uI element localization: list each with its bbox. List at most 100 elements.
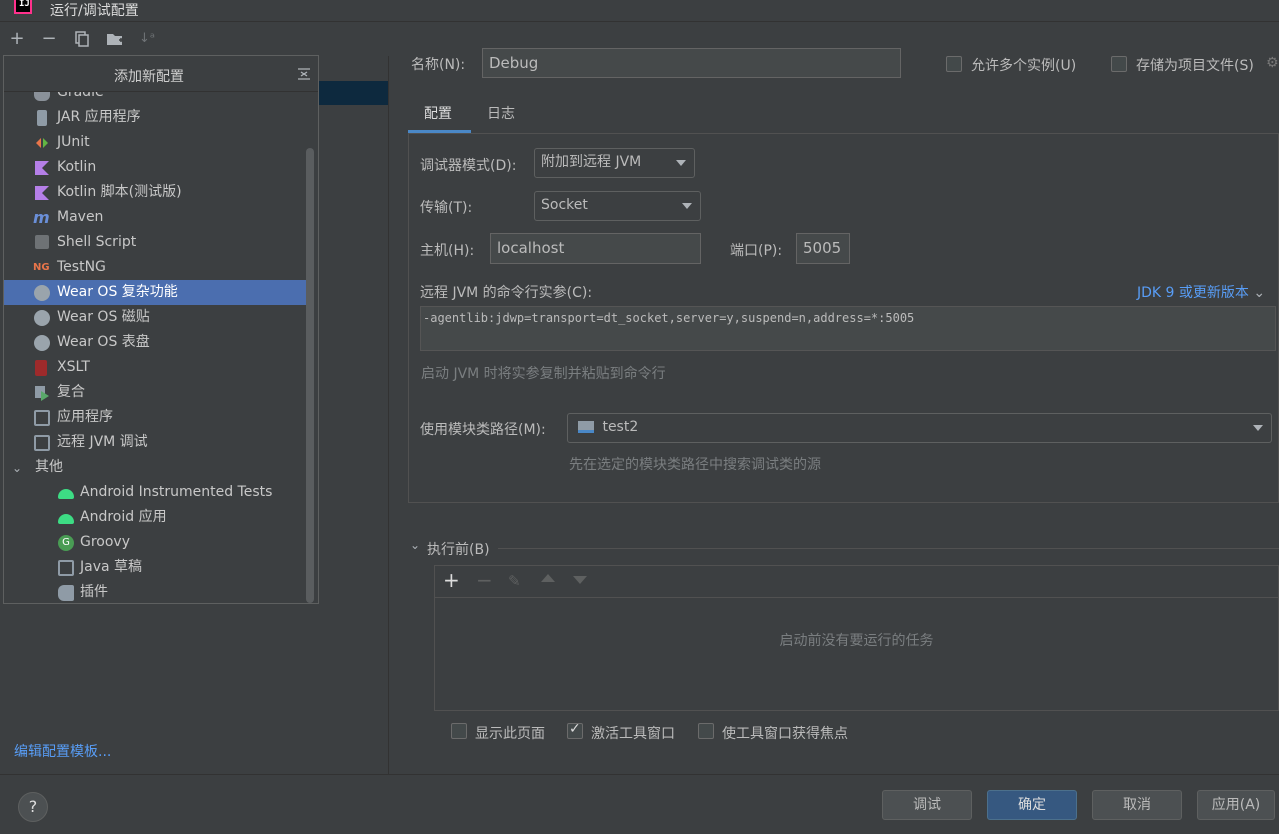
list-item-kotlin[interactable]: Kotlin [4, 155, 308, 180]
wear-watchface-icon [34, 335, 50, 351]
list-item-application[interactable]: 应用程序 [4, 405, 308, 430]
focus-window-label: 使工具窗口获得焦点 [722, 726, 848, 742]
gradle-icon [34, 92, 50, 101]
port-field[interactable]: 5005 [796, 233, 850, 264]
xslt-icon [35, 360, 47, 376]
config-type-list: Gradle JAR 应用程序 JUnit Kotlin Kotlin 脚本(测… [4, 92, 308, 604]
module-value: test2 [602, 419, 639, 435]
transport-value: Socket [541, 197, 588, 213]
add-task-icon[interactable]: + [443, 568, 460, 592]
debug-button[interactable]: 调试 [882, 790, 972, 820]
sort-icon: ↓ᵃ [139, 31, 155, 46]
focus-window-checkbox[interactable] [698, 723, 714, 739]
list-item-kotlin-script[interactable]: Kotlin 脚本(测试版) [4, 180, 308, 205]
before-launch-label[interactable]: 执行前(B) [427, 539, 490, 559]
tab-logs[interactable]: 日志 [487, 103, 515, 123]
list-item-groovy[interactable]: G Groovy [4, 530, 308, 555]
jdk-version-link[interactable]: JDK 9 或更新版本 ⌄ [1137, 282, 1265, 302]
window-title: 运行/调试配置 [50, 3, 139, 19]
activate-window-label: 激活工具窗口 [591, 726, 675, 742]
list-item-maven[interactable]: m Maven [4, 205, 308, 230]
transport-label: 传输(T): [420, 200, 473, 216]
chevron-down-icon[interactable]: ⌄ [410, 538, 420, 552]
move-up-icon [541, 574, 555, 582]
groovy-icon: G [58, 535, 74, 551]
chevron-down-icon [682, 203, 692, 209]
gear-icon[interactable]: ⚙ [1266, 55, 1279, 71]
list-item-android-instrumented-tests[interactable]: Android Instrumented Tests [4, 480, 308, 505]
shell-icon [35, 235, 49, 249]
folder-add-icon[interactable] [104, 28, 126, 50]
list-item-remote-jvm[interactable]: 远程 JVM 调试 [4, 430, 308, 455]
debugger-mode-select[interactable]: 附加到远程 JVM [534, 148, 695, 178]
module-label: 使用模块类路径(M): [420, 422, 546, 438]
list-item-xslt[interactable]: XSLT [4, 355, 308, 380]
before-launch-empty: 启动前没有要运行的任务 [779, 633, 934, 649]
footer-divider [0, 774, 1279, 775]
show-page-checkbox[interactable] [451, 723, 467, 739]
kotlin-script-icon [34, 185, 50, 201]
application-icon [34, 410, 50, 426]
help-button[interactable]: ? [18, 792, 48, 822]
ok-button[interactable]: 确定 [987, 790, 1077, 820]
copy-icon[interactable] [71, 28, 93, 50]
tab-config[interactable]: 配置 [424, 103, 452, 123]
module-hint: 先在选定的模块类路径中搜索调试类的源 [569, 457, 821, 473]
edit-icon: ✎ [508, 572, 521, 590]
list-item-android-app[interactable]: Android 应用 [4, 505, 308, 530]
list-item-plugin[interactable]: 插件 [4, 580, 308, 604]
jdk-version-text: JDK 9 或更新版本 [1137, 285, 1249, 301]
list-item-compound[interactable]: 复合 [4, 380, 308, 405]
name-field[interactable]: Debug [482, 48, 901, 78]
module-select[interactable]: test2 [567, 413, 1272, 443]
remove-icon[interactable]: − [38, 28, 60, 50]
collapse-all-icon[interactable] [296, 60, 312, 86]
remove-task-icon: − [476, 568, 493, 592]
list-item-wear-tile[interactable]: Wear OS 磁贴 [4, 305, 308, 330]
store-as-file-label: 存储为项目文件(S) [1136, 58, 1254, 74]
tree-selection[interactable] [319, 81, 388, 105]
list-item-gradle[interactable]: Gradle [4, 92, 308, 105]
compound-icon [34, 385, 50, 401]
list-item-wear-complication[interactable]: Wear OS 复杂功能 [4, 280, 308, 305]
maven-icon: m [33, 208, 50, 227]
list-item-testng[interactable]: NG TestNG [4, 255, 308, 280]
activate-window-checkbox[interactable] [567, 721, 583, 739]
cmdline-label: 远程 JVM 的命令行实参(C): [420, 285, 593, 301]
chevron-down-icon: ⌄ [1253, 285, 1266, 301]
add-icon[interactable]: + [6, 28, 28, 50]
before-launch-toolbar-divider [434, 597, 1279, 598]
list-item-jar[interactable]: JAR 应用程序 [4, 105, 308, 130]
edit-templates-link[interactable]: 编辑配置模板... [14, 741, 111, 761]
transport-select[interactable]: Socket [534, 191, 701, 221]
remote-jvm-icon [34, 435, 50, 451]
allow-multiple-checkbox[interactable] [946, 56, 962, 72]
android-test-icon [58, 489, 74, 499]
junit-icon [34, 135, 50, 151]
apply-button[interactable]: 应用(A) [1197, 790, 1275, 820]
list-item-junit[interactable]: JUnit [4, 130, 308, 155]
folder-icon [578, 421, 594, 433]
plugin-icon [58, 585, 74, 601]
list-item-java-scratch[interactable]: Java 草稿 [4, 555, 308, 580]
chevron-down-icon [676, 160, 686, 166]
show-page-label: 显示此页面 [475, 726, 545, 742]
java-scratch-icon [58, 560, 74, 576]
allow-multiple-label: 允许多个实例(U) [971, 58, 1077, 74]
wear-tile-icon [34, 310, 50, 326]
list-group-other[interactable]: ⌄ 其他 [4, 455, 308, 480]
cmdline-field[interactable]: -agentlib:jdwp=transport=dt_socket,serve… [420, 306, 1276, 351]
popup-header: 添加新配置 [4, 56, 318, 92]
add-config-popup: 添加新配置 Gradle JAR 应用程序 JUnit Kotlin Kotli… [3, 55, 319, 604]
title-bar: IJ 运行/调试配置 [0, 0, 1279, 22]
wear-complication-icon [34, 285, 50, 301]
popup-scrollbar[interactable] [306, 148, 314, 603]
jar-icon [37, 110, 47, 126]
list-item-shell-script[interactable]: Shell Script [4, 230, 308, 255]
cancel-button[interactable]: 取消 [1092, 790, 1182, 820]
store-as-file-checkbox[interactable] [1111, 56, 1127, 72]
debugger-mode-value: 附加到远程 JVM [541, 154, 642, 170]
list-item-wear-watchface[interactable]: Wear OS 表盘 [4, 330, 308, 355]
chevron-down-icon: ⌄ [12, 461, 23, 475]
host-field[interactable]: localhost [490, 233, 701, 264]
